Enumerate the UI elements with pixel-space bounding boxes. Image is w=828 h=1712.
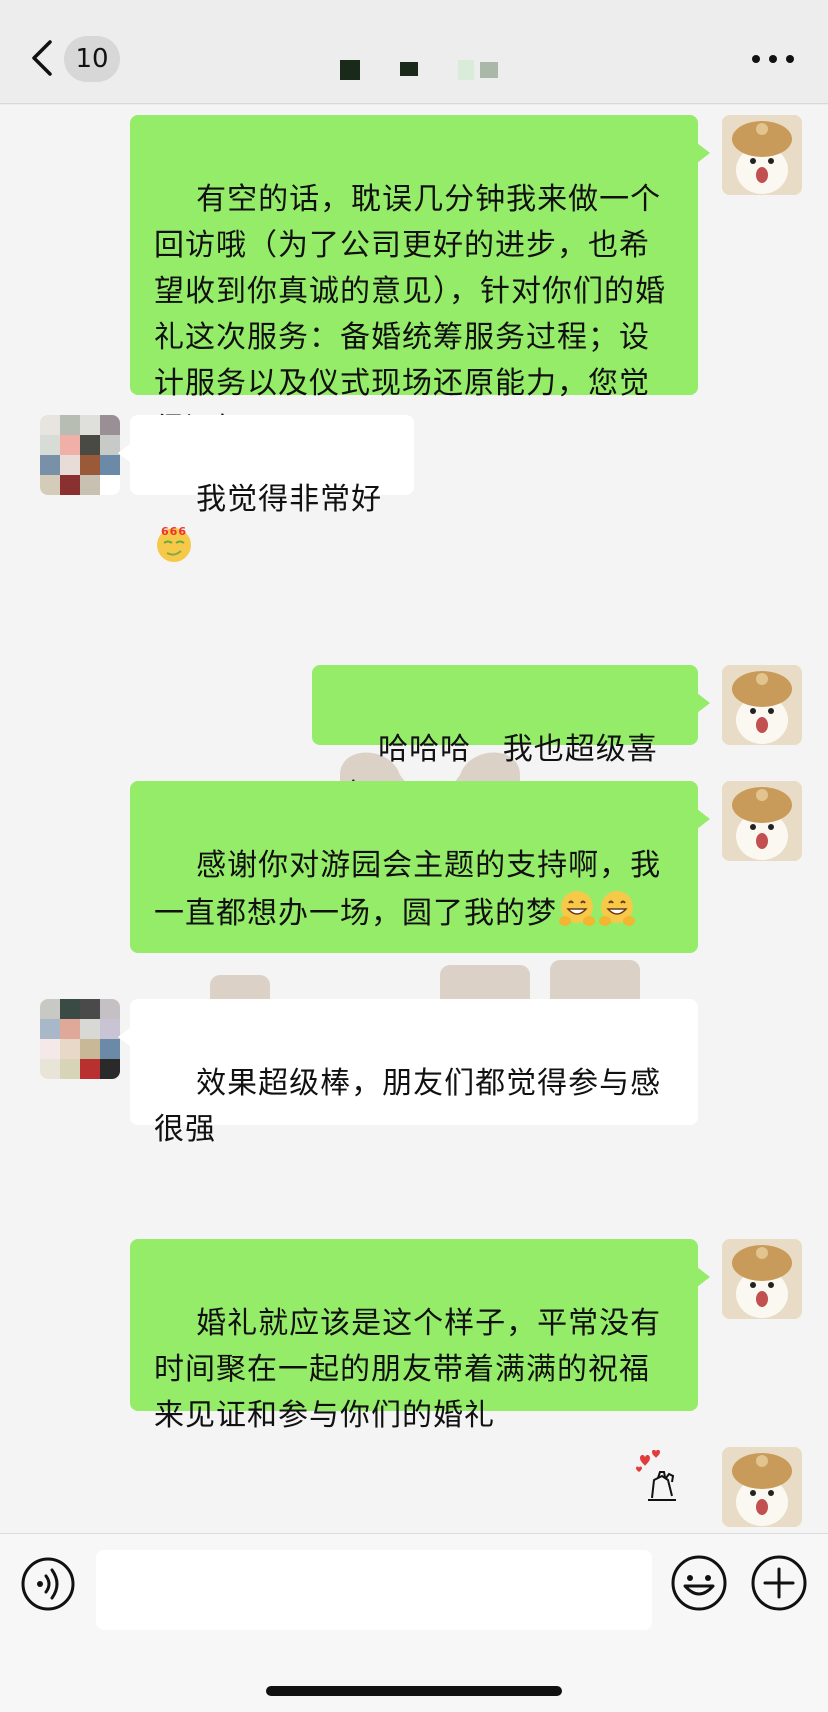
message-bubble-other[interactable]: 效果超级棒，朋友们都觉得参与感很强 <box>118 999 698 1147</box>
avatar-other[interactable] <box>40 415 120 495</box>
message-text: 婚礼就应该是这个样子，平常没有时间聚在一起的朋友带着满满的祝福来见证和参与你们的… <box>154 1306 662 1433</box>
dog-avatar-icon <box>722 781 802 861</box>
plus-circle-icon[interactable] <box>750 1554 808 1612</box>
chat-header: 10 <box>0 0 828 104</box>
avatar-other[interactable] <box>40 999 120 1079</box>
message-bubble-self[interactable]: 哈哈哈 我也超级喜欢 <box>312 665 710 813</box>
message-bubble-other[interactable]: 我觉得非常好 666 <box>118 415 414 562</box>
more-dots-icon[interactable] <box>748 44 798 74</box>
message-text: 我觉得非常好 <box>196 482 383 517</box>
hearts-hands-sticker[interactable] <box>632 1450 692 1510</box>
avatar-self[interactable] <box>722 1447 802 1527</box>
dog-avatar-icon <box>722 1447 802 1527</box>
message-text: 有空的话，耽误几分钟我来做一个回访哦（为了公司更好的进步，也希望收到你真诚的意见… <box>154 182 666 447</box>
voice-icon[interactable] <box>20 1556 76 1612</box>
svg-text:666: 666 <box>161 525 187 538</box>
chevron-left-icon[interactable] <box>28 38 58 78</box>
home-indicator <box>266 1686 562 1696</box>
avatar-self[interactable] <box>722 781 802 861</box>
message-bubble-self[interactable]: 婚礼就应该是这个样子，平常没有时间聚在一起的朋友带着满满的祝福来见证和参与你们的… <box>130 1239 710 1433</box>
dog-avatar-icon <box>722 665 802 745</box>
666-emoji-icon: 666 <box>157 525 191 562</box>
avatar-self[interactable] <box>722 1239 802 1319</box>
message-list[interactable]: 有空的话，耽误几分钟我来做一个回访哦（为了公司更好的进步，也希望收到你真诚的意见… <box>0 105 828 1533</box>
avatar-self[interactable] <box>722 115 802 195</box>
message-text: 效果超级棒，朋友们都觉得参与感很强 <box>154 1066 662 1147</box>
message-bubble-self[interactable]: 感谢你对游园会主题的支持啊，我一直都想办一场，圆了我的梦 <box>130 781 710 953</box>
grin-hands-emoji-icon <box>599 891 635 926</box>
dog-avatar-icon <box>722 115 802 195</box>
message-input[interactable] <box>96 1550 652 1630</box>
chat-title-redacted <box>330 54 510 84</box>
input-bar <box>0 1533 828 1712</box>
message-bubble-self[interactable]: 有空的话，耽误几分钟我来做一个回访哦（为了公司更好的进步，也希望收到你真诚的意见… <box>130 115 710 447</box>
avatar-self[interactable] <box>722 665 802 745</box>
unread-count-badge[interactable]: 10 <box>64 36 120 82</box>
smiley-icon[interactable] <box>670 1554 728 1612</box>
dog-avatar-icon <box>722 1239 802 1319</box>
grin-hands-emoji-icon <box>559 891 595 926</box>
